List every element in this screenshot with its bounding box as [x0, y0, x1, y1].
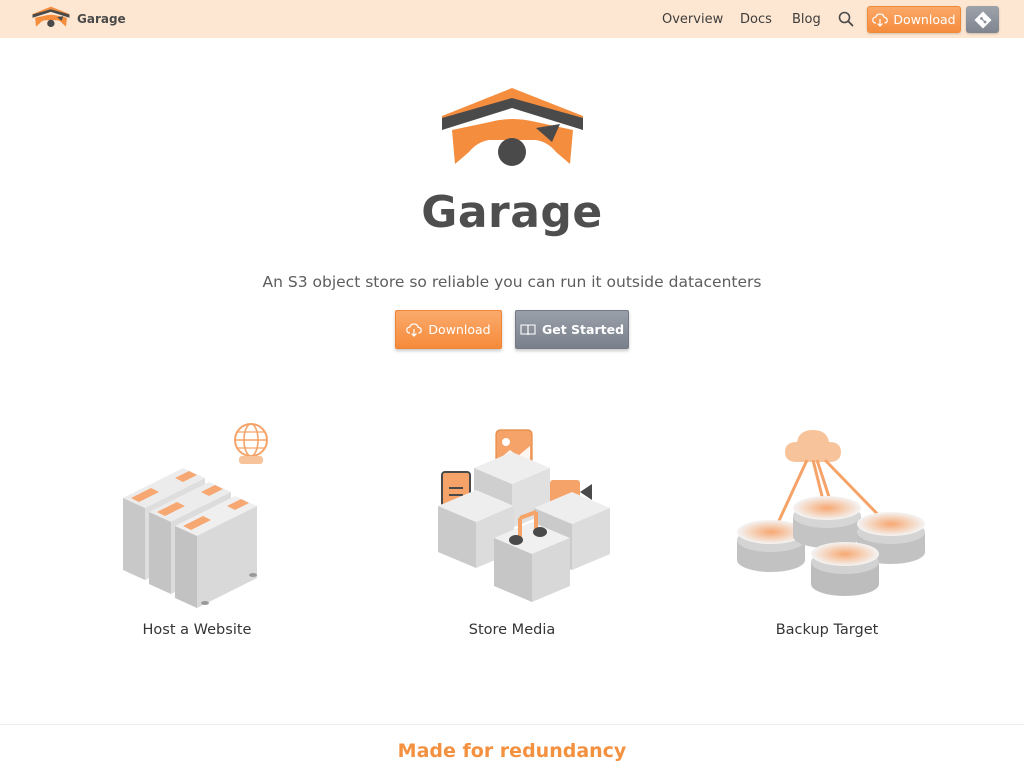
git-icon [974, 11, 991, 28]
search-icon[interactable] [838, 11, 854, 27]
nav-download-label: Download [893, 12, 956, 27]
feature-label: Store Media [468, 622, 556, 638]
feature-backup-target: Backup Target [707, 420, 947, 650]
get-started-button[interactable]: Get Started [515, 310, 629, 349]
servers-globe-icon [123, 423, 268, 608]
brand-link[interactable]: Garage [32, 5, 126, 33]
cloud-download-icon [406, 322, 423, 337]
top-navbar: Garage Overview Docs Blog Download [0, 0, 1024, 38]
hero-download-label: Download [428, 322, 491, 337]
nav-download-button[interactable]: Download [867, 6, 961, 33]
cloud-disks-icon [737, 430, 925, 596]
hero-title: Garage [421, 187, 603, 238]
brand-name: Garage [77, 12, 126, 26]
garage-logo-icon [32, 6, 70, 28]
section-heading: Made for redundancy [397, 740, 627, 762]
feature-host-website: Host a Website [77, 420, 317, 650]
nav-link-docs[interactable]: Docs [740, 12, 772, 27]
section-divider [0, 724, 1024, 725]
book-icon [520, 324, 536, 336]
hero-download-button[interactable]: Download [395, 310, 502, 349]
get-started-label: Get Started [541, 322, 625, 337]
media-cubes-icon [438, 429, 610, 602]
feature-label: Host a Website [142, 622, 252, 638]
feature-store-media: Store Media [392, 420, 632, 650]
nav-link-overview[interactable]: Overview [662, 12, 723, 27]
feature-label: Backup Target [775, 622, 879, 638]
hero-tagline: An S3 object store so reliable you can r… [262, 273, 762, 291]
git-repo-button[interactable] [966, 6, 999, 33]
garage-hero-logo-icon [442, 88, 583, 166]
nav-link-blog[interactable]: Blog [792, 12, 821, 27]
cloud-download-icon [872, 12, 889, 27]
